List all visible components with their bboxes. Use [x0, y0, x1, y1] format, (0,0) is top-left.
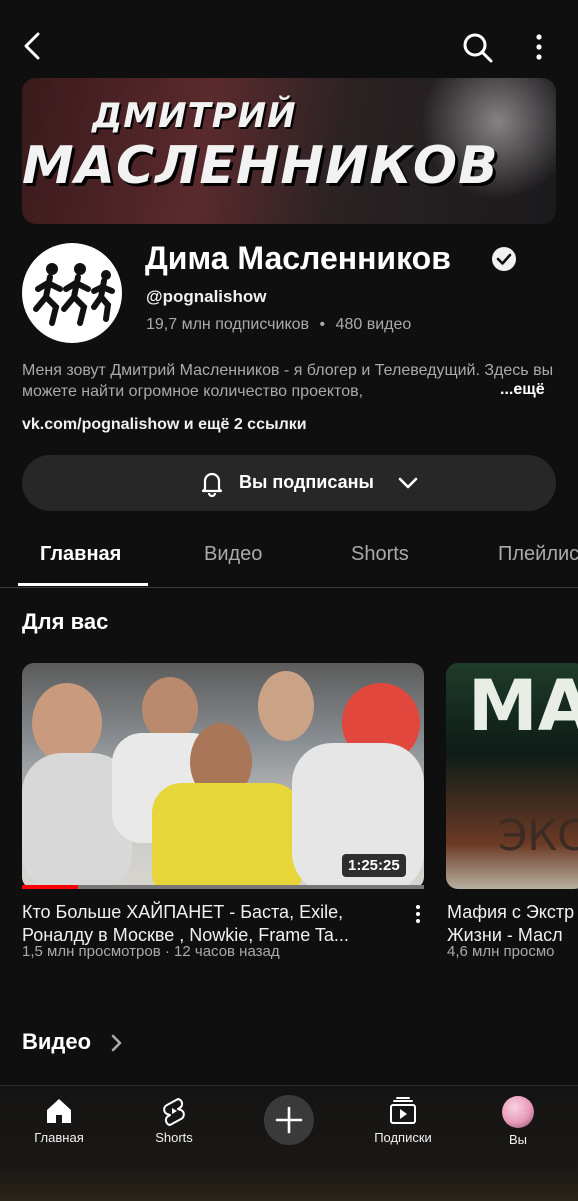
profile-avatar — [502, 1096, 534, 1128]
nav-you[interactable]: Вы — [463, 1096, 573, 1147]
nav-subscriptions-label: Подписки — [374, 1130, 432, 1145]
channel-handle: @pognalishow — [146, 287, 267, 306]
channel-tabs: Главная Видео Shorts Плейлисты — [0, 525, 578, 588]
bottom-navigation: Главная Shorts Подписки Вы — [0, 1085, 578, 1201]
section-title-for-you: Для вас — [22, 609, 109, 634]
video-meta-2: 4,6 млн просмо — [447, 943, 555, 960]
nav-subscriptions[interactable]: Подписки — [348, 1096, 458, 1145]
video-title-2-line1: Мафия с Экстр — [447, 902, 575, 922]
video-more-options-icon[interactable] — [414, 904, 422, 924]
back-arrow-icon[interactable] — [18, 30, 50, 62]
shorts-icon — [163, 1098, 185, 1126]
nav-shorts[interactable]: Shorts — [119, 1096, 229, 1145]
chevron-down-icon — [398, 477, 418, 489]
section-title-videos[interactable]: Видео — [22, 1029, 91, 1055]
subscriptions-icon — [390, 1097, 416, 1124]
nav-home-label: Главная — [34, 1130, 84, 1145]
video-count: 480 видео — [335, 316, 412, 333]
channel-stats: 19,7 млн подписчиков • 480 видео — [146, 316, 411, 334]
channel-name: Дима Масленников — [145, 240, 451, 276]
search-icon[interactable] — [460, 30, 494, 64]
stats-separator: • — [319, 316, 326, 333]
verified-badge-icon — [492, 247, 516, 271]
nav-you-label: Вы — [508, 1132, 527, 1147]
description-more-link[interactable]: ...ещё — [500, 381, 545, 399]
tab-playlists[interactable]: Плейлисты — [498, 543, 578, 566]
watch-progress-fill — [22, 885, 79, 889]
video-title-2[interactable]: Мафия с Экстр Жизни - Масл — [447, 901, 578, 947]
video-title[interactable]: Кто Больше ХАЙПАНЕТ - Баста, Exile, Рона… — [22, 901, 398, 947]
subscribed-label: Вы подписаны — [239, 472, 374, 492]
subscribed-button[interactable]: Вы подписаны — [22, 455, 556, 511]
nav-shorts-label: Shorts — [155, 1130, 193, 1145]
channel-banner: ДМИТРИЙ МАСЛЕННИКОВ — [22, 78, 556, 224]
channel-avatar[interactable] — [22, 243, 122, 343]
channel-description[interactable]: Меня зовут Дмитрий Масленников - я блоге… — [22, 360, 562, 402]
banner-text-line2: МАСЛЕННИКОВ — [22, 136, 499, 196]
banner-text-line1: ДМИТРИЙ — [92, 96, 297, 136]
top-bar — [0, 0, 578, 78]
video-duration-badge: 1:25:25 — [342, 854, 406, 877]
tab-home[interactable]: Главная — [40, 543, 121, 566]
channel-links[interactable]: vk.com/pognalishow и ещё 2 ссылки — [22, 416, 307, 434]
create-button[interactable] — [264, 1095, 314, 1145]
more-options-icon[interactable] — [530, 32, 548, 62]
thumb2-text-bottom: ЭКС — [498, 811, 578, 860]
subscriber-count: 19,7 млн подписчиков — [146, 316, 310, 333]
video-meta: 1,5 млн просмотров · 12 часов назад — [22, 943, 280, 960]
bell-icon — [201, 472, 223, 497]
active-tab-indicator — [18, 583, 148, 586]
running-men-logo-icon — [33, 263, 115, 326]
chevron-right-icon[interactable] — [110, 1033, 124, 1053]
tab-shorts[interactable]: Shorts — [351, 543, 409, 566]
nav-home[interactable]: Главная — [4, 1096, 114, 1145]
watch-progress-bar — [22, 885, 424, 889]
create-plus-icon — [275, 1106, 303, 1134]
video-thumbnail-2[interactable]: МА ЭКС — [446, 663, 578, 889]
thumb2-text-top: МА — [468, 665, 578, 747]
tab-videos[interactable]: Видео — [204, 543, 262, 566]
home-icon — [47, 1099, 71, 1123]
